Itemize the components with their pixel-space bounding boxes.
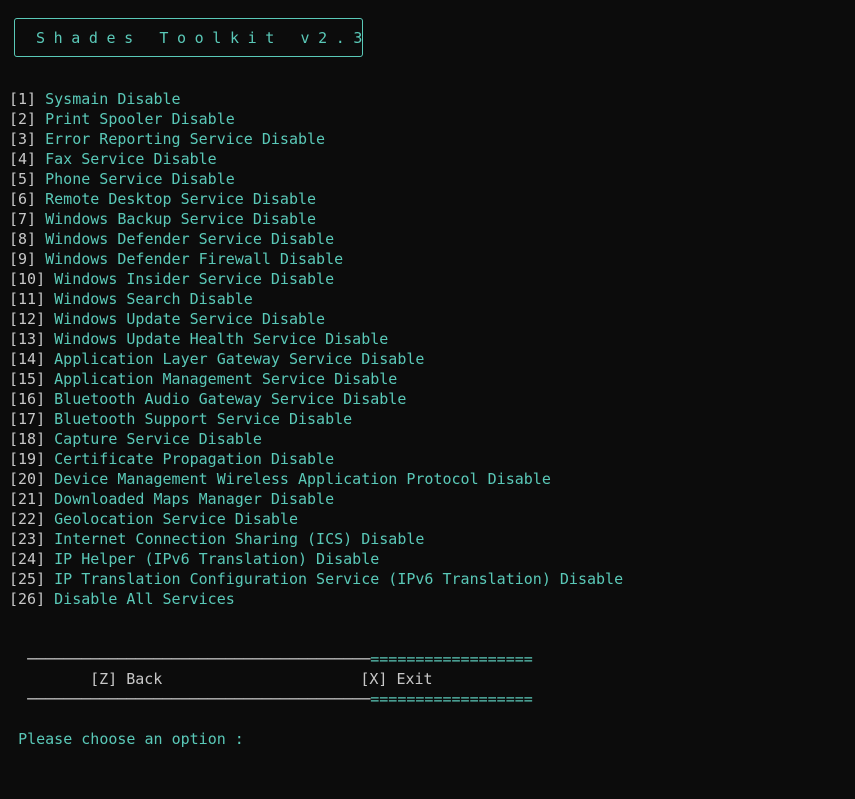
menu-item-number: [21] — [9, 490, 46, 508]
menu-item-label: Phone Service Disable — [45, 170, 235, 188]
menu-item-number: [7] — [9, 210, 37, 228]
menu-item[interactable]: [4] Fax Service Disable — [9, 149, 623, 169]
menu-item-label: Internet Connection Sharing (ICS) Disabl… — [54, 530, 425, 548]
menu-item[interactable]: [2] Print Spooler Disable — [9, 109, 623, 129]
menu-item[interactable]: [5] Phone Service Disable — [9, 169, 623, 189]
menu-item-label: IP Helper (IPv6 Translation) Disable — [54, 550, 380, 568]
menu-item-label: Print Spooler Disable — [45, 110, 235, 128]
menu-item-number: [17] — [9, 410, 46, 428]
menu-item[interactable]: [24] IP Helper (IPv6 Translation) Disabl… — [9, 549, 623, 569]
menu-item[interactable]: [16] Bluetooth Audio Gateway Service Dis… — [9, 389, 623, 409]
menu-item-label: Application Management Service Disable — [54, 370, 398, 388]
nav-row: [Z] Back [X] Exit — [9, 649, 433, 688]
menu-item-label: Certificate Propagation Disable — [54, 450, 335, 468]
separator-equals: ================== — [370, 690, 533, 708]
menu-item-label: Windows Update Service Disable — [54, 310, 326, 328]
menu-item[interactable]: [6] Remote Desktop Service Disable — [9, 189, 623, 209]
menu-item-number: [18] — [9, 430, 46, 448]
menu-item-label: Error Reporting Service Disable — [45, 130, 326, 148]
menu-item-number: [4] — [9, 150, 37, 168]
title-banner: Shades Toolkit v2.3 — [14, 18, 363, 57]
menu-item[interactable]: [1] Sysmain Disable — [9, 89, 623, 109]
menu-item-number: [19] — [9, 450, 46, 468]
menu-item-label: Windows Update Health Service Disable — [54, 330, 389, 348]
menu-item[interactable]: [10] Windows Insider Service Disable — [9, 269, 623, 289]
menu-item-label: Disable All Services — [54, 590, 235, 608]
option-prompt[interactable]: Please choose an option : — [0, 709, 244, 748]
menu-item-number: [10] — [9, 270, 46, 288]
separator-bottom: ──────────────────────────────────────==… — [9, 669, 533, 708]
menu-item-label: Windows Backup Service Disable — [45, 210, 317, 228]
menu-item-number: [24] — [9, 550, 46, 568]
menu-item-label: IP Translation Configuration Service (IP… — [54, 570, 624, 588]
menu-item-number: [22] — [9, 510, 46, 528]
menu-item[interactable]: [11] Windows Search Disable — [9, 289, 623, 309]
service-menu: [1] Sysmain Disable [2] Print Spooler Dis… — [9, 89, 623, 609]
menu-item[interactable]: [19] Certificate Propagation Disable — [9, 449, 623, 469]
menu-item-number: [14] — [9, 350, 46, 368]
menu-item-number: [20] — [9, 470, 46, 488]
menu-item-number: [26] — [9, 590, 46, 608]
menu-item[interactable]: [18] Capture Service Disable — [9, 429, 623, 449]
menu-item[interactable]: [14] Application Layer Gateway Service D… — [9, 349, 623, 369]
menu-item-label: Capture Service Disable — [54, 430, 262, 448]
menu-item-number: [23] — [9, 530, 46, 548]
menu-item[interactable]: [13] Windows Update Health Service Disab… — [9, 329, 623, 349]
menu-item-number: [5] — [9, 170, 37, 188]
menu-item-number: [8] — [9, 230, 37, 248]
menu-item-number: [6] — [9, 190, 37, 208]
app-title: Shades Toolkit v2.3 — [36, 29, 371, 47]
menu-item-number: [1] — [9, 90, 37, 108]
menu-item[interactable]: [22] Geolocation Service Disable — [9, 509, 623, 529]
menu-item-number: [2] — [9, 110, 37, 128]
menu-item[interactable]: [26] Disable All Services — [9, 589, 623, 609]
menu-item-label: Windows Insider Service Disable — [54, 270, 335, 288]
menu-item-label: Windows Defender Service Disable — [45, 230, 335, 248]
menu-item[interactable]: [23] Internet Connection Sharing (ICS) D… — [9, 529, 623, 549]
menu-item[interactable]: [7] Windows Backup Service Disable — [9, 209, 623, 229]
menu-item-label: Fax Service Disable — [45, 150, 217, 168]
menu-item-label: Bluetooth Audio Gateway Service Disable — [54, 390, 407, 408]
menu-item-label: Remote Desktop Service Disable — [45, 190, 317, 208]
menu-item[interactable]: [12] Windows Update Service Disable — [9, 309, 623, 329]
menu-item-number: [13] — [9, 330, 46, 348]
menu-item-number: [3] — [9, 130, 37, 148]
menu-item-label: Windows Search Disable — [54, 290, 253, 308]
menu-item-label: Downloaded Maps Manager Disable — [54, 490, 335, 508]
menu-item-number: [12] — [9, 310, 46, 328]
menu-item[interactable]: [15] Application Management Service Disa… — [9, 369, 623, 389]
menu-item-label: Bluetooth Support Service Disable — [54, 410, 353, 428]
menu-item-label: Device Management Wireless Application P… — [54, 470, 551, 488]
menu-item-number: [16] — [9, 390, 46, 408]
menu-item[interactable]: [25] IP Translation Configuration Servic… — [9, 569, 623, 589]
menu-item-number: [11] — [9, 290, 46, 308]
menu-item-label: Geolocation Service Disable — [54, 510, 298, 528]
separator-dashes: ────────────────────────────────────── — [27, 690, 371, 708]
menu-item-label: Sysmain Disable — [45, 90, 181, 108]
menu-item[interactable]: [21] Downloaded Maps Manager Disable — [9, 489, 623, 509]
menu-item-label: Application Layer Gateway Service Disabl… — [54, 350, 425, 368]
menu-item[interactable]: [20] Device Management Wireless Applicat… — [9, 469, 623, 489]
menu-item[interactable]: [3] Error Reporting Service Disable — [9, 129, 623, 149]
menu-item[interactable]: [8] Windows Defender Service Disable — [9, 229, 623, 249]
menu-item[interactable]: [17] Bluetooth Support Service Disable — [9, 409, 623, 429]
menu-item-number: [15] — [9, 370, 46, 388]
menu-item-number: [9] — [9, 250, 37, 268]
menu-item-label: Windows Defender Firewall Disable — [45, 250, 344, 268]
menu-item[interactable]: [9] Windows Defender Firewall Disable — [9, 249, 623, 269]
separator-top: ──────────────────────────────────────==… — [9, 629, 533, 668]
prompt-text: Please choose an option : — [18, 730, 244, 748]
menu-item-number: [25] — [9, 570, 46, 588]
